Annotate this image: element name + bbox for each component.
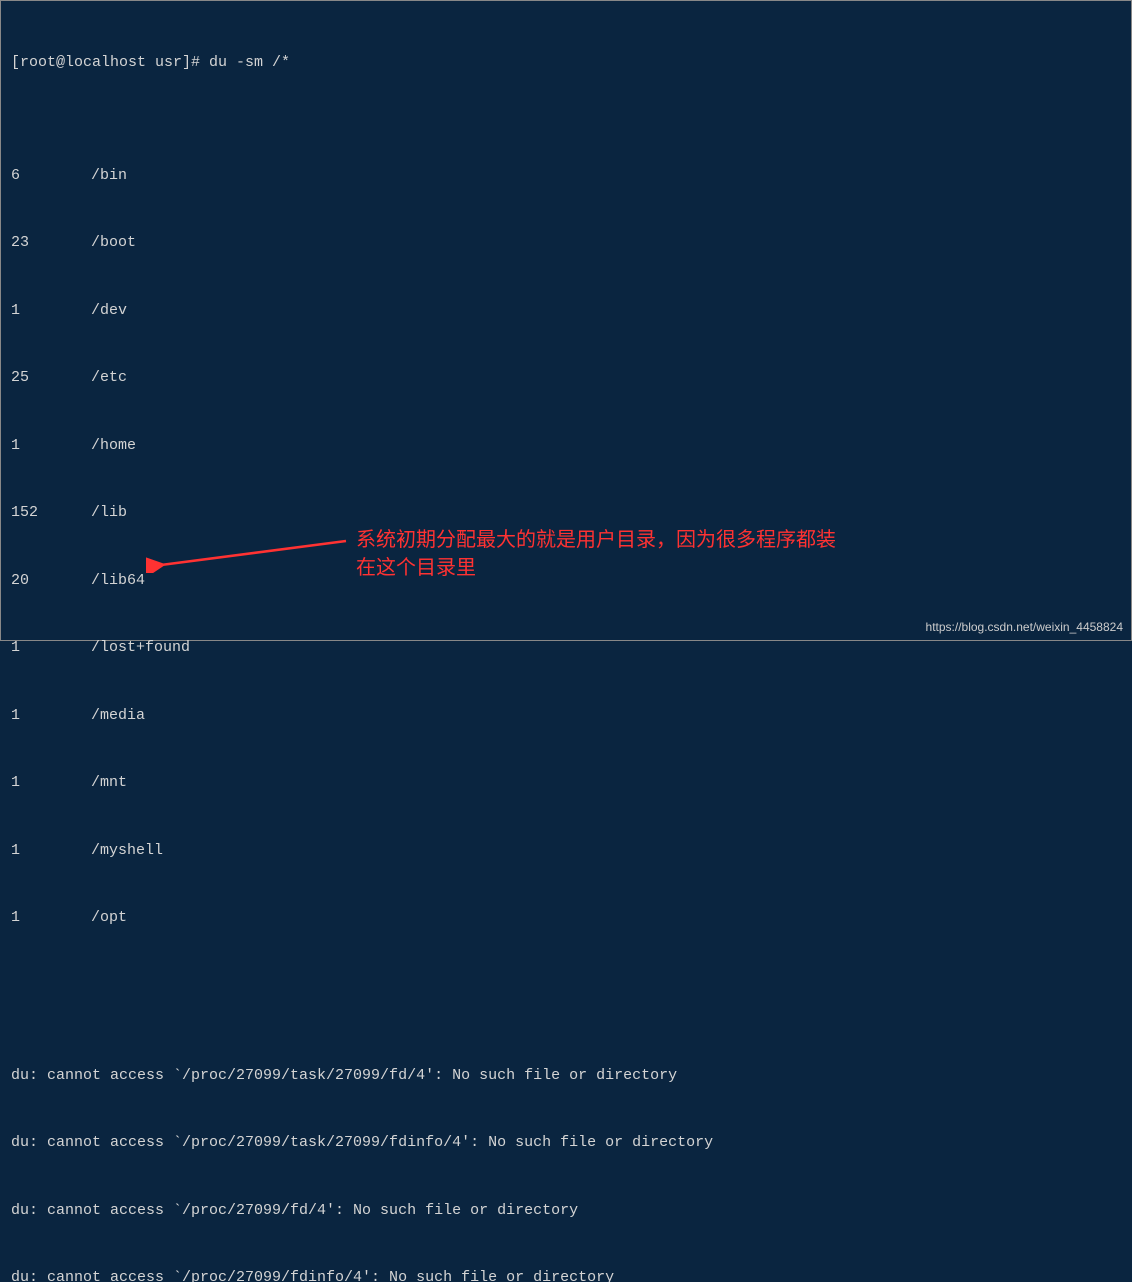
output-row: 1/lost+found [11,637,1121,660]
size-value: 6 [11,165,91,188]
error-line: du: cannot access `/proc/27099/fd/4': No… [11,1200,1121,1223]
path-value: /home [91,435,136,458]
path-value: /dev [91,300,127,323]
path-value: /bin [91,165,127,188]
path-value: /boot [91,232,136,255]
size-value: 1 [11,300,91,323]
output-row: 1/home [11,435,1121,458]
path-value: /myshell [91,840,163,863]
path-value: /lib [91,502,127,525]
output-block-1: 6/bin 23/boot 1/dev 25/etc 1/home 152/li… [11,120,1121,975]
size-value: 1 [11,637,91,660]
output-row: 152/lib [11,502,1121,525]
error-line: du: cannot access `/proc/27099/fdinfo/4'… [11,1267,1121,1282]
command-text: du -sm /* [209,52,290,75]
size-value: 152 [11,502,91,525]
output-row: 23/boot [11,232,1121,255]
output-row: 6/bin [11,165,1121,188]
path-value: /opt [91,907,127,930]
terminal-output[interactable]: [root@localhost usr]# du -sm /* 6/bin 23… [1,1,1131,1282]
output-row: 1/myshell [11,840,1121,863]
size-value: 20 [11,570,91,593]
error-line: du: cannot access `/proc/27099/task/2709… [11,1132,1121,1155]
error-block: du: cannot access `/proc/27099/task/2709… [11,1020,1121,1282]
output-row: 25/etc [11,367,1121,390]
path-value: /lost+found [91,637,190,660]
path-value: /mnt [91,772,127,795]
size-value: 1 [11,840,91,863]
size-value: 1 [11,435,91,458]
size-value: 1 [11,705,91,728]
path-value: /media [91,705,145,728]
prompt-prefix: [root@localhost usr]# [11,52,209,75]
size-value: 25 [11,367,91,390]
path-value: /lib64 [91,570,145,593]
path-value: /etc [91,367,127,390]
output-row: 1/opt [11,907,1121,930]
output-row: 1/mnt [11,772,1121,795]
size-value: 23 [11,232,91,255]
output-row: 1/dev [11,300,1121,323]
size-value: 1 [11,907,91,930]
size-value: 1 [11,772,91,795]
prompt-line-1: [root@localhost usr]# du -sm /* [11,52,1121,75]
error-line: du: cannot access `/proc/27099/task/2709… [11,1065,1121,1088]
output-row: 1/media [11,705,1121,728]
output-row: 20/lib64 [11,570,1121,593]
watermark-text: https://blog.csdn.net/weixin_4458824 [926,620,1123,634]
